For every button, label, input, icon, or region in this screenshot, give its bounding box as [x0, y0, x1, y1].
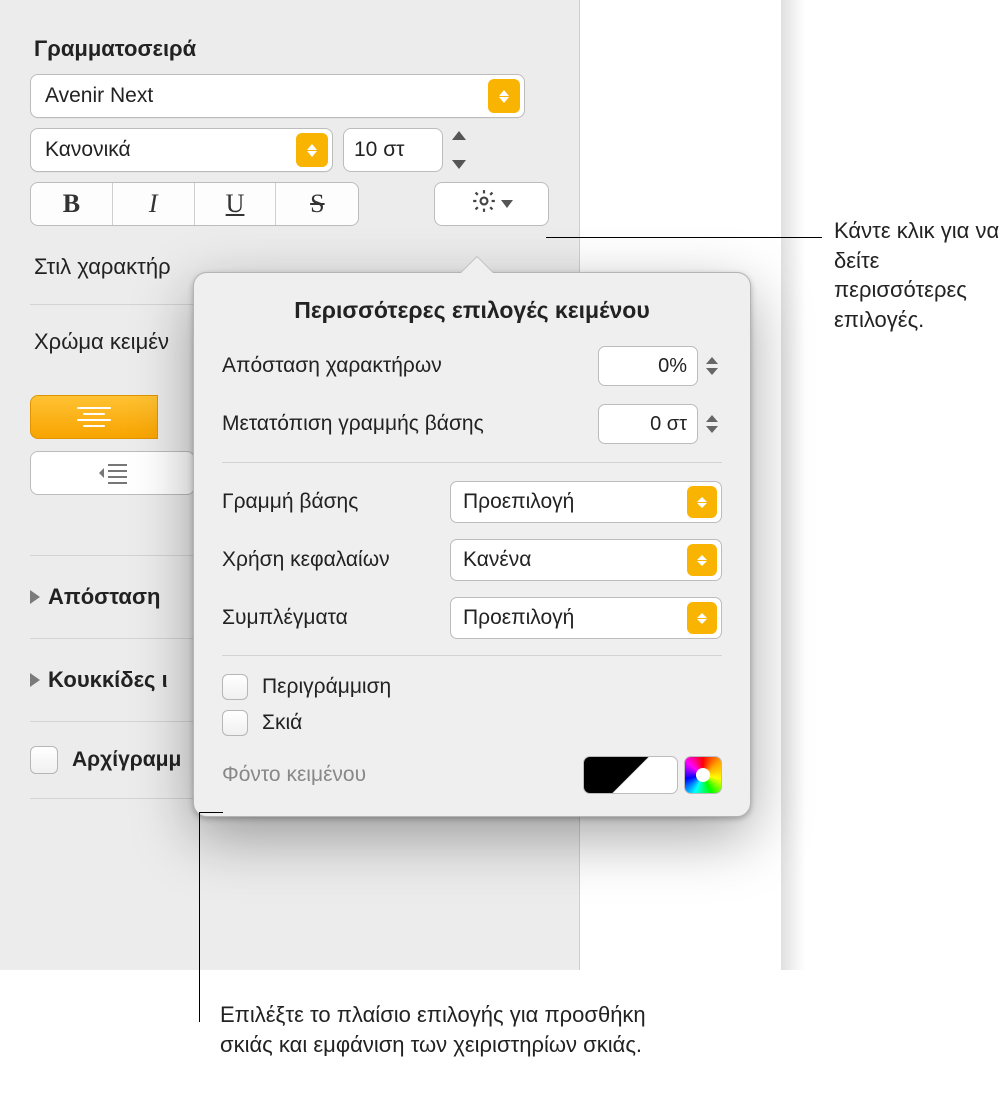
- outline-row: Περιγράμμιση: [222, 674, 722, 700]
- baseline-shift-row: Μετατόπιση γραμμής βάσης 0 στ: [222, 404, 722, 444]
- more-text-options-button[interactable]: [434, 182, 549, 226]
- stepper-arrows[interactable]: [447, 128, 471, 172]
- chevron-down-icon: [501, 200, 513, 208]
- baseline-shift-value[interactable]: 0 στ: [598, 404, 698, 444]
- font-section-title: Γραμματοσειρά: [34, 36, 549, 62]
- updown-icon: [488, 79, 520, 113]
- char-spacing-stepper[interactable]: 0%: [598, 346, 722, 386]
- updown-icon: [687, 602, 717, 634]
- chevron-down-icon[interactable]: [706, 426, 718, 433]
- divider: [222, 655, 722, 656]
- shadow-checkbox[interactable]: [222, 710, 248, 736]
- font-size-value[interactable]: 10 στ: [343, 128, 443, 172]
- capitalization-select[interactable]: Κανένα: [450, 539, 722, 581]
- popover-title: Περισσότερες επιλογές κειμένου: [222, 297, 722, 324]
- text-background-row: Φόντο κειμένου: [222, 756, 722, 794]
- document-shadow: [781, 0, 805, 970]
- chevron-down-icon[interactable]: [706, 368, 718, 375]
- bullets-header: Κουκκίδες ι: [48, 667, 168, 693]
- chevron-up-icon[interactable]: [706, 357, 718, 364]
- ligatures-row: Συμπλέγματα Προεπιλογή: [222, 597, 722, 639]
- text-background-label: Φόντο κειμένου: [222, 763, 366, 787]
- disclosure-triangle-icon: [30, 590, 40, 604]
- underline-button[interactable]: U: [195, 183, 277, 225]
- italic-button[interactable]: I: [113, 183, 195, 225]
- callout-leader-line: [546, 237, 822, 238]
- more-text-options-popover: Περισσότερες επιλογές κειμένου Απόσταση …: [193, 272, 751, 817]
- callout-shadow-note: Επιλέξτε το πλαίσιο επιλογής για προσθήκ…: [220, 1000, 680, 1059]
- divider: [222, 462, 722, 463]
- callout-leader-line: [199, 812, 200, 1022]
- text-background-colorwell[interactable]: [583, 756, 678, 794]
- ligatures-select[interactable]: Προεπιλογή: [450, 597, 722, 639]
- dropcap-checkbox[interactable]: [30, 746, 58, 774]
- callout-leader-line: [199, 812, 223, 813]
- char-spacing-label: Απόσταση χαρακτήρων: [222, 354, 442, 378]
- baseline-shift-stepper[interactable]: 0 στ: [598, 404, 722, 444]
- chevron-up-icon[interactable]: [706, 415, 718, 422]
- dropcap-label: Αρχίγραμμ: [72, 748, 181, 772]
- char-spacing-row: Απόσταση χαρακτήρων 0%: [222, 346, 722, 386]
- shadow-label: Σκιά: [262, 711, 302, 735]
- baseline-value: Προεπιλογή: [463, 490, 574, 514]
- callout-more-options: Κάντε κλικ για να δείτε περισσότερες επι…: [834, 216, 1004, 335]
- chevron-up-icon[interactable]: [452, 131, 466, 140]
- gear-icon: [471, 188, 497, 220]
- capitalization-value: Κανένα: [463, 548, 531, 572]
- baseline-shift-label: Μετατόπιση γραμμής βάσης: [222, 412, 484, 436]
- baseline-row: Γραμμή βάσης Προεπιλογή: [222, 481, 722, 523]
- ligatures-label: Συμπλέγματα: [222, 606, 348, 630]
- outline-checkbox[interactable]: [222, 674, 248, 700]
- align-center-button[interactable]: [30, 395, 158, 439]
- font-style-value: Κανονικά: [45, 138, 131, 162]
- align-center-icon: [77, 407, 111, 427]
- text-style-segmented: B I U S: [30, 182, 359, 226]
- spacing-header: Απόσταση: [48, 584, 160, 610]
- color-picker-button[interactable]: [684, 756, 722, 794]
- updown-icon: [296, 133, 328, 167]
- shadow-row: Σκιά: [222, 710, 722, 736]
- strike-button[interactable]: S: [276, 183, 358, 225]
- font-style-select[interactable]: Κανονικά: [30, 128, 333, 172]
- disclosure-triangle-icon: [30, 673, 40, 687]
- char-spacing-value[interactable]: 0%: [598, 346, 698, 386]
- updown-icon: [687, 544, 717, 576]
- bold-button[interactable]: B: [31, 183, 113, 225]
- updown-icon: [687, 486, 717, 518]
- outline-label: Περιγράμμιση: [262, 675, 391, 699]
- font-family-value: Avenir Next: [45, 84, 153, 108]
- baseline-label: Γραμμή βάσης: [222, 490, 358, 514]
- chevron-down-icon[interactable]: [452, 160, 466, 169]
- capitalization-label: Χρήση κεφαλαίων: [222, 548, 390, 572]
- decrease-indent-button[interactable]: [30, 451, 195, 495]
- indent-left-icon: [98, 462, 128, 484]
- font-family-select[interactable]: Avenir Next: [30, 74, 525, 118]
- capitalization-row: Χρήση κεφαλαίων Κανένα: [222, 539, 722, 581]
- font-size-stepper[interactable]: 10 στ: [343, 128, 471, 172]
- ligatures-value: Προεπιλογή: [463, 606, 574, 630]
- baseline-select[interactable]: Προεπιλογή: [450, 481, 722, 523]
